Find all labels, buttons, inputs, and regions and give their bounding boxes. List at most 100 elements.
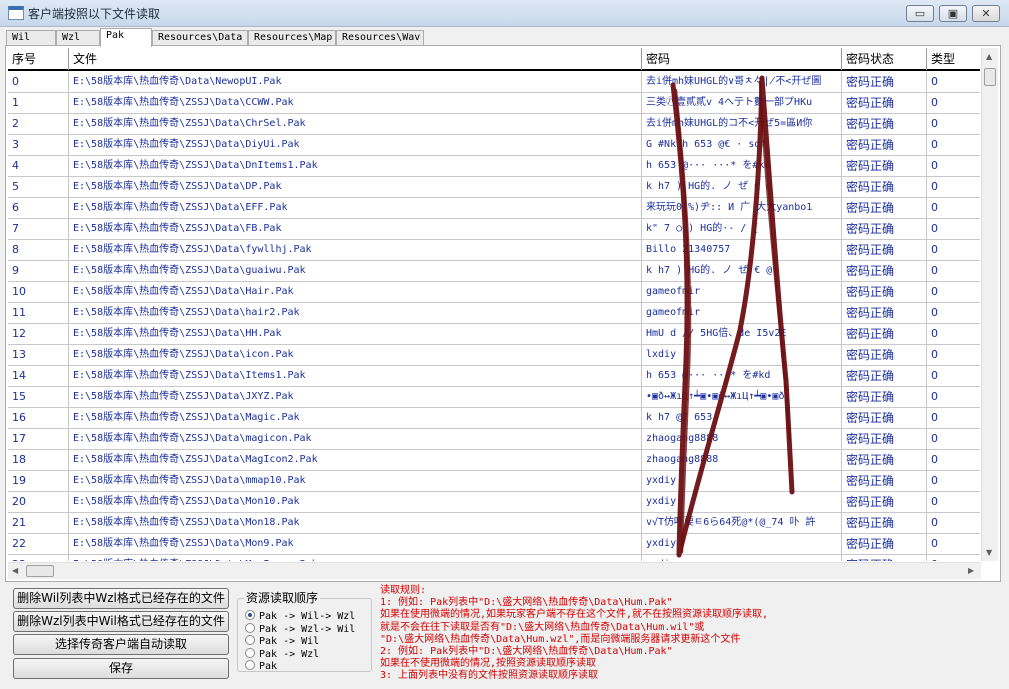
cell-index[interactable]: 21: [8, 513, 69, 533]
cell-type[interactable]: 0: [927, 408, 980, 428]
table-row[interactable]: 19 E:\58版本库\热血传奇\ZSSJ\Data\mmap10.Pak yxdi…: [8, 471, 980, 492]
table-row[interactable]: 11 E:\58版本库\热血传奇\ZSSJ\Data\hair2.Pak gameo…: [8, 303, 980, 324]
cell-password[interactable]: yxdiy: [642, 534, 842, 554]
cell-file[interactable]: E:\58版本库\热血传奇\ZSSJ\Data\Items1.Pak: [69, 366, 642, 386]
cell-index[interactable]: 23: [8, 555, 69, 561]
cell-index[interactable]: 3: [8, 135, 69, 155]
delete-wzl-duplicates-button[interactable]: 删除Wzl列表中Wil格式已经存在的文件: [13, 611, 229, 632]
tab-pak[interactable]: Pak: [100, 28, 152, 47]
auto-read-client-button[interactable]: 选择传奇客户端自动读取: [13, 634, 229, 655]
cell-password[interactable]: yxdiy: [642, 555, 842, 561]
cell-type[interactable]: 0: [927, 177, 980, 197]
tab-resources-map[interactable]: Resources\Map: [248, 30, 336, 46]
cell-index[interactable]: 18: [8, 450, 69, 470]
radio-unselected-icon[interactable]: [245, 635, 255, 645]
cell-index[interactable]: 14: [8, 366, 69, 386]
table-row[interactable]: 0 E:\58版本库\热血传奇\Data\NewopUI.Pak 去i併mh妹UHG…: [8, 72, 980, 93]
table-row[interactable]: 1 E:\58版本库\热血传奇\ZSSJ\Data\CCWW.Pak 三类㊇壹貳貳v…: [8, 93, 980, 114]
cell-file[interactable]: E:\58版本库\热血传奇\ZSSJ\Data\Mon9.Pak: [69, 534, 642, 554]
cell-password[interactable]: h 653 @··· ···* を#kd: [642, 156, 842, 176]
table-row[interactable]: 14 E:\58版本库\热血传奇\ZSSJ\Data\Items1.Pak h 6…: [8, 366, 980, 387]
cell-index[interactable]: 19: [8, 471, 69, 491]
cell-type[interactable]: 0: [927, 198, 980, 218]
delete-wil-duplicates-button[interactable]: 删除Wil列表中Wzl格式已经存在的文件: [13, 588, 229, 609]
cell-file[interactable]: E:\58版本库\热血传奇\Data\NewopUI.Pak: [69, 72, 642, 92]
cell-index[interactable]: 6: [8, 198, 69, 218]
cell-file[interactable]: E:\58版本库\热血传奇\ZSSJ\Data\ChrSel.Pak: [69, 114, 642, 134]
resource-order-option[interactable]: Pak -> Wzl-> Wil: [245, 622, 355, 635]
close-button[interactable]: ✕: [972, 5, 1000, 22]
cell-index[interactable]: 2: [8, 114, 69, 134]
cell-file[interactable]: E:\58版本库\热血传奇\ZSSJ\Data\DnItems1.Pak: [69, 156, 642, 176]
header-file[interactable]: 文件: [69, 48, 642, 70]
table-row[interactable]: 6 E:\58版本库\热血传奇\ZSSJ\Data\EFF.Pak 来玩玩0(%)…: [8, 198, 980, 219]
cell-password[interactable]: v√T仿吓要ㅌ6ら64死@*(@_74 卟 許: [642, 513, 842, 533]
table-row[interactable]: 4 E:\58版本库\热血传奇\ZSSJ\Data\DnItems1.Pak h …: [8, 156, 980, 177]
cell-file[interactable]: E:\58版本库\热血传奇\ZSSJ\Data\MagIcon2.Pak: [69, 450, 642, 470]
cell-index[interactable]: 22: [8, 534, 69, 554]
header-index[interactable]: 序号: [8, 48, 69, 70]
cell-password[interactable]: 去i併mh妹UHGL的コ不<开ぜ5=區И你: [642, 114, 842, 134]
cell-password-status[interactable]: 密码正确: [842, 156, 927, 176]
cell-password[interactable]: yxdiy: [642, 471, 842, 491]
cell-password-status[interactable]: 密码正确: [842, 450, 927, 470]
scroll-up-icon[interactable]: ▲: [986, 52, 992, 61]
maximize-button[interactable]: ▣: [939, 5, 967, 22]
scroll-down-icon[interactable]: ▼: [986, 548, 992, 557]
cell-password-status[interactable]: 密码正确: [842, 261, 927, 281]
cell-password-status[interactable]: 密码正确: [842, 429, 927, 449]
cell-file[interactable]: E:\58版本库\热血传奇\ZSSJ\Data\guaiwu.Pak: [69, 261, 642, 281]
cell-type[interactable]: 0: [927, 534, 980, 554]
cell-type[interactable]: 0: [927, 471, 980, 491]
vertical-scrollbar[interactable]: ▲ ▼: [981, 48, 998, 561]
cell-index[interactable]: 13: [8, 345, 69, 365]
radio-unselected-icon[interactable]: [245, 647, 255, 658]
table-row[interactable]: 9 E:\58版本库\热血传奇\ZSSJ\Data\guaiwu.Pak k h7 …: [8, 261, 980, 282]
cell-file[interactable]: E:\58版本库\热血传奇\ZSSJ\Data\mmap10.Pak: [69, 471, 642, 491]
table-row[interactable]: 18 E:\58版本库\热血传奇\ZSSJ\Data\MagIcon2.Pak zh…: [8, 450, 980, 471]
resource-order-option[interactable]: Pak -> Wil-> Wzl: [245, 610, 355, 622]
cell-index[interactable]: 9: [8, 261, 69, 281]
cell-type[interactable]: 0: [927, 387, 980, 407]
cell-type[interactable]: 0: [927, 429, 980, 449]
tab-resources-data[interactable]: Resources\Data: [152, 30, 248, 46]
cell-index[interactable]: 15: [8, 387, 69, 407]
cell-file[interactable]: E:\58版本库\热血传奇\ZSSJ\Data\fywllhj.Pak: [69, 240, 642, 260]
cell-file[interactable]: E:\58版本库\热血传奇\ZSSJ\Data\HH.Pak: [69, 324, 642, 344]
cell-password-status[interactable]: 密码正确: [842, 219, 927, 239]
horizontal-scrollbar[interactable]: ◀ ▶: [8, 562, 981, 579]
cell-password[interactable]: G #Nk h 653 @€ · sdf: [642, 135, 842, 155]
cell-index[interactable]: 17: [8, 429, 69, 449]
cell-index[interactable]: 7: [8, 219, 69, 239]
cell-password[interactable]: 来玩玩0(%)ヂ:: И 广 大大yanbo1: [642, 198, 842, 218]
cell-type[interactable]: 0: [927, 282, 980, 302]
cell-index[interactable]: 16: [8, 408, 69, 428]
cell-password[interactable]: k h7 @7 653: [642, 408, 842, 428]
cell-type[interactable]: 0: [927, 72, 980, 92]
resource-order-option[interactable]: Pak -> Wzl: [245, 647, 319, 660]
cell-type[interactable]: 0: [927, 324, 980, 344]
cell-type[interactable]: 0: [927, 93, 980, 113]
cell-index[interactable]: 4: [8, 156, 69, 176]
radio-selected-icon[interactable]: [245, 610, 255, 620]
cell-password-status[interactable]: 密码正确: [842, 324, 927, 344]
cell-type[interactable]: 0: [927, 492, 980, 512]
cell-file[interactable]: E:\58版本库\热血传奇\ZSSJ\Data\DP.Pak: [69, 177, 642, 197]
cell-index[interactable]: 11: [8, 303, 69, 323]
cell-type[interactable]: 0: [927, 366, 980, 386]
cell-password[interactable]: lxdiy: [642, 345, 842, 365]
cell-password-status[interactable]: 密码正确: [842, 555, 927, 561]
table-row[interactable]: 16 E:\58版本库\热血传奇\ZSSJ\Data\Magic.Pak k h7 …: [8, 408, 980, 429]
cell-type[interactable]: 0: [927, 240, 980, 260]
table-row[interactable]: 8 E:\58版本库\热血传奇\ZSSJ\Data\fywllhj.Pak Bill…: [8, 240, 980, 261]
cell-file[interactable]: E:\58版本库\热血传奇\ZSSJ\Data\Mon18.Pak: [69, 513, 642, 533]
cell-password[interactable]: h 653 @··· ···* を#kd: [642, 366, 842, 386]
save-button[interactable]: 保存: [13, 658, 229, 679]
cell-password[interactable]: gameofmir: [642, 303, 842, 323]
cell-password[interactable]: gameofmir: [642, 282, 842, 302]
cell-password[interactable]: HmU d // 5HG倍、de I5v2Ε: [642, 324, 842, 344]
cell-password-status[interactable]: 密码正确: [842, 345, 927, 365]
cell-password[interactable]: k h7 ) HG的. ノ ぜ € @: [642, 177, 842, 197]
radio-unselected-icon[interactable]: [245, 660, 255, 670]
cell-file[interactable]: E:\58版本库\热血传奇\ZSSJ\Data\hair2.Pak: [69, 303, 642, 323]
